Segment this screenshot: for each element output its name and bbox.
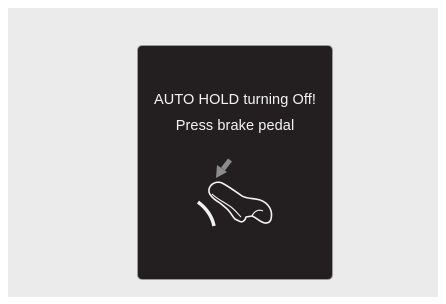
instrument-cluster-display: AUTO HOLD turning Off! Press brake pedal [137,45,333,280]
press-down-arrow-icon [216,158,232,178]
figure-background: AUTO HOLD turning Off! Press brake pedal [8,8,438,297]
warning-message-title: AUTO HOLD turning Off! [153,92,317,108]
brake-pedal [196,200,216,227]
foot-pressing-brake-pedal-icon [196,158,273,227]
warning-message-instruction: Press brake pedal [175,118,295,134]
